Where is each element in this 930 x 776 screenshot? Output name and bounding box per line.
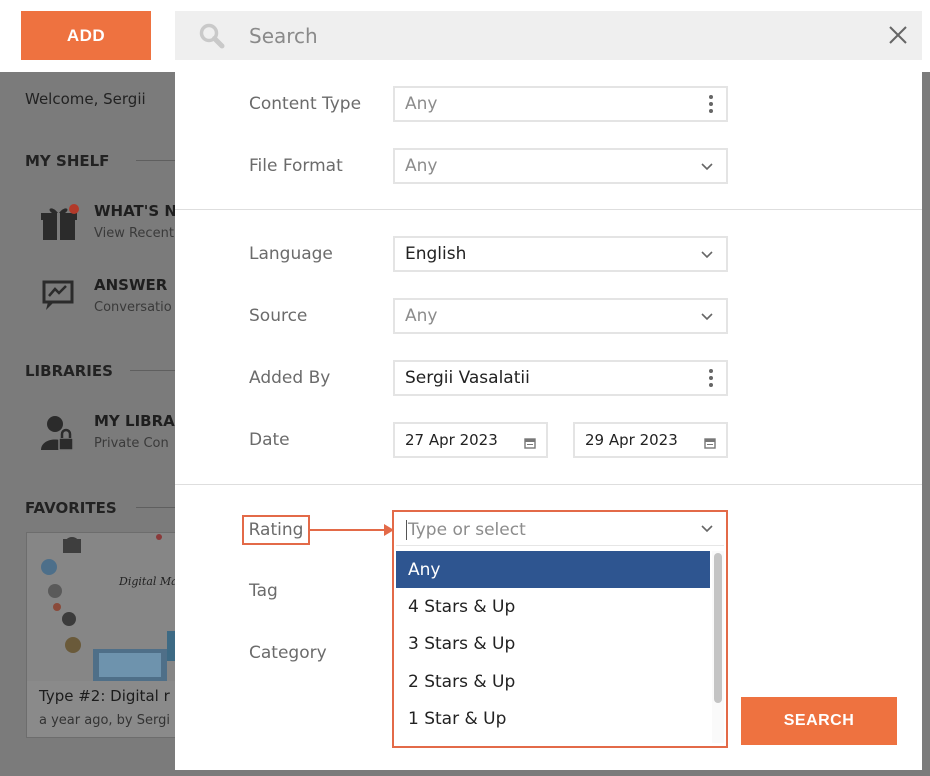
search-input[interactable] <box>249 21 849 51</box>
source-label: Source <box>249 306 308 326</box>
date-to-field[interactable]: 29 Apr 2023 <box>573 422 728 458</box>
gift-icon <box>40 204 80 246</box>
file-format-value: Any <box>405 156 438 176</box>
added-by-value: Sergii Vasalatii <box>405 368 530 388</box>
calendar-icon[interactable] <box>704 434 716 454</box>
content-type-field[interactable]: Any <box>393 86 728 122</box>
search-icon <box>199 23 225 53</box>
rating-option-any[interactable]: Any <box>396 551 710 588</box>
nav-item-subtitle: Private Con <box>94 436 169 451</box>
language-label: Language <box>249 244 333 264</box>
added-by-field[interactable]: Sergii Vasalatii <box>393 360 728 396</box>
rating-option-1-star[interactable]: 1 Star & Up <box>396 700 710 737</box>
date-label: Date <box>249 430 290 450</box>
user-lock-icon <box>40 414 76 456</box>
chevron-down-icon <box>700 309 714 329</box>
language-dropdown[interactable]: English <box>393 236 728 272</box>
rating-label: Rating <box>242 515 310 545</box>
nav-item-subtitle: Conversatio <box>94 300 172 315</box>
section-divider <box>175 209 922 210</box>
chart-chat-icon <box>40 278 76 316</box>
rating-option-2-stars[interactable]: 2 Stars & Up <box>396 663 710 700</box>
rating-options-list: Any 4 Stars & Up 3 Stars & Up 2 Stars & … <box>396 551 710 743</box>
chevron-down-icon <box>700 159 714 179</box>
date-to-value: 29 Apr 2023 <box>585 431 678 449</box>
overlay-edge <box>922 0 930 776</box>
text-caret <box>406 519 407 540</box>
thumbnail-text-digital: Digital Marketing <box>118 575 177 588</box>
calendar-icon[interactable] <box>524 434 536 454</box>
rating-option-4-stars[interactable]: 4 Stars & Up <box>396 588 710 625</box>
options-scrollbar[interactable] <box>712 551 724 743</box>
category-label: Category <box>249 643 327 663</box>
language-value: English <box>405 244 467 264</box>
favorite-meta: a year ago, by Sergi <box>39 713 170 728</box>
section-divider <box>175 484 922 485</box>
favorites-heading: FAVORITES <box>25 499 117 517</box>
source-dropdown[interactable]: Any <box>393 298 728 334</box>
more-vertical-icon[interactable] <box>708 94 714 119</box>
more-vertical-icon[interactable] <box>708 368 714 393</box>
date-from-field[interactable]: 27 Apr 2023 <box>393 422 548 458</box>
nav-item-my-library[interactable]: MY LIBRA Private Con <box>40 412 180 460</box>
scrollbar-thumb[interactable] <box>714 553 722 703</box>
add-button[interactable]: ADD <box>21 11 151 60</box>
close-icon[interactable] <box>888 25 908 49</box>
my-shelf-heading: MY SHELF <box>25 152 110 170</box>
nav-item-title: MY LIBRA <box>94 412 175 430</box>
section-divider <box>130 370 176 371</box>
search-bar <box>175 11 922 60</box>
file-format-dropdown[interactable]: Any <box>393 148 728 184</box>
chevron-down-icon <box>700 247 714 267</box>
rating-input[interactable]: Type or select <box>396 514 724 546</box>
added-by-label: Added By <box>249 368 331 388</box>
welcome-text: Welcome, Sergii <box>25 90 146 108</box>
rating-option-3-stars[interactable]: 3 Stars & Up <box>396 625 710 662</box>
top-bar-edge <box>922 0 930 72</box>
favorite-title: Type #2: Digital r <box>39 687 170 705</box>
tag-label: Tag <box>249 581 278 601</box>
nav-item-title: WHAT'S N <box>94 202 177 220</box>
content-type-label: Content Type <box>249 94 362 114</box>
rating-placeholder: Type or select <box>408 519 526 540</box>
content-type-value: Any <box>405 94 438 114</box>
nav-item-title: ANSWER <box>94 276 168 294</box>
favorite-card[interactable]: Digital Marketing Type #2: Digital r a y… <box>26 532 218 738</box>
annotation-arrow-icon <box>310 520 394 544</box>
search-button[interactable]: SEARCH <box>741 697 897 745</box>
nav-item-subtitle: View Recent <box>94 226 174 241</box>
section-divider <box>136 160 176 161</box>
rating-combobox: Type or select Any 4 Stars & Up 3 Stars … <box>392 510 728 748</box>
favorite-thumbnail: Digital Marketing <box>27 533 218 681</box>
chevron-down-icon[interactable] <box>700 521 714 541</box>
nav-item-answers[interactable]: ANSWER Conversatio <box>40 276 180 324</box>
search-filter-panel: Content Type Any File Format Any Languag… <box>175 60 922 770</box>
nav-item-whats-new[interactable]: WHAT'S N View Recent <box>40 202 180 250</box>
date-from-value: 27 Apr 2023 <box>405 431 498 449</box>
source-value: Any <box>405 306 438 326</box>
file-format-label: File Format <box>249 156 343 176</box>
libraries-heading: LIBRARIES <box>25 362 113 380</box>
section-divider <box>136 507 176 508</box>
